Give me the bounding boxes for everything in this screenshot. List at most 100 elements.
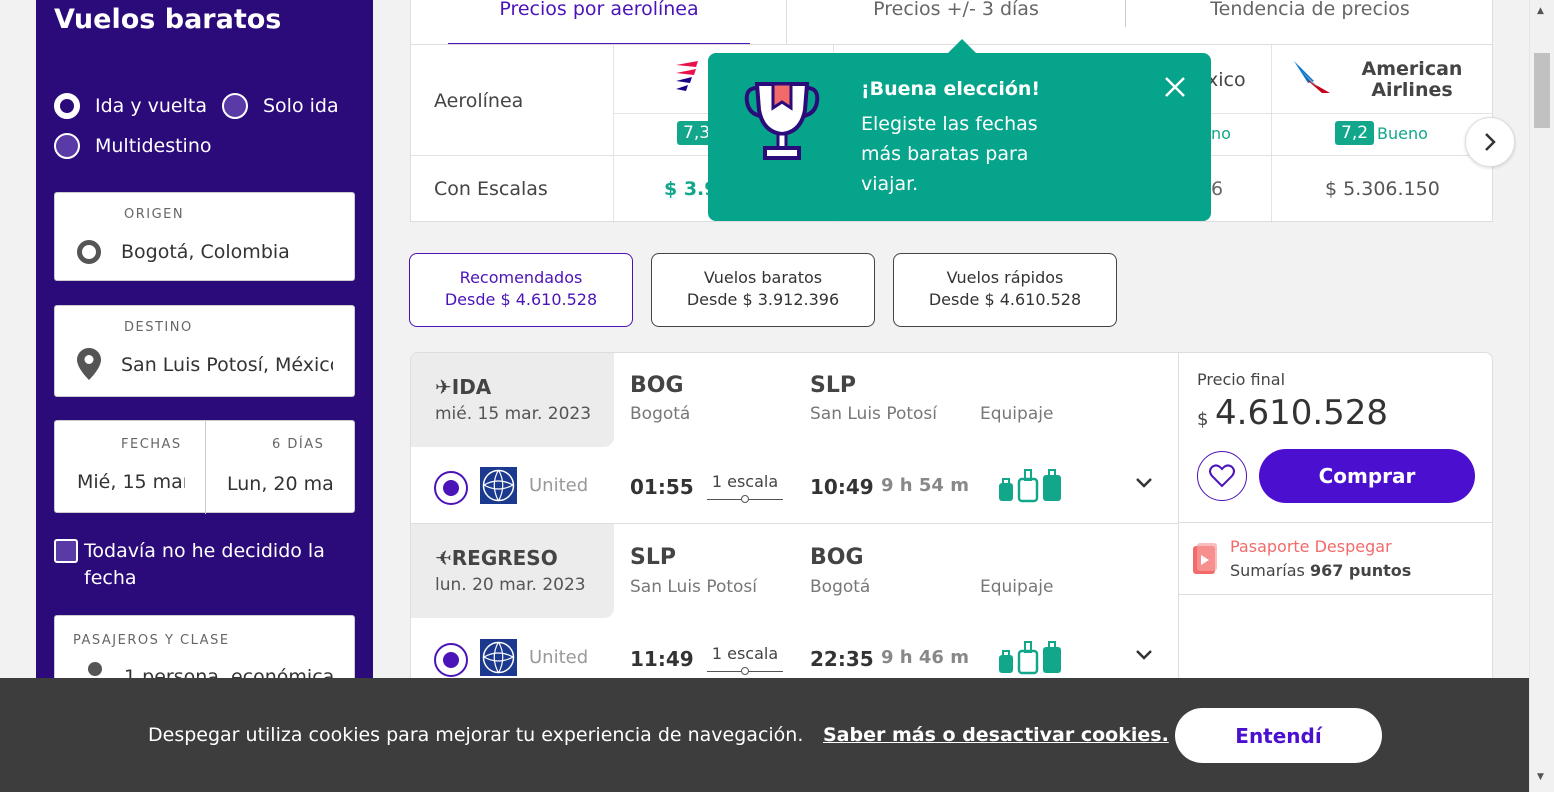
- close-icon[interactable]: [1163, 75, 1187, 99]
- tab-airline-prices[interactable]: Precios por aerolínea: [448, 0, 750, 46]
- cheapest-dates-tooltip: ¡Buena elección! Elegiste las fechas más…: [708, 39, 1211, 221]
- trip-type-roundtrip[interactable]: Ida y vuelta: [54, 93, 207, 119]
- date-back-value[interactable]: Lun, 20 mar.: [227, 473, 335, 495]
- origin-label: ORIGEN: [124, 207, 185, 222]
- airline-score-badge: 7,2: [1335, 121, 1375, 145]
- origin-circle-icon: [77, 240, 101, 264]
- inbound-origin-code: SLP: [630, 545, 676, 570]
- filter-fastest[interactable]: Vuelos rápidos Desde $ 4.610.528: [893, 253, 1117, 327]
- cookie-message: Despegar utiliza cookies para mejorar tu…: [148, 724, 804, 746]
- baggage-icon[interactable]: [997, 641, 1065, 675]
- trip-type-label: Multidestino: [95, 135, 212, 157]
- airline-name: American Airlines: [1361, 58, 1463, 101]
- outbound-label: ✈IDA: [435, 375, 492, 399]
- arrive-time: 22:35: [810, 647, 874, 671]
- filter-title: Vuelos rápidos: [946, 268, 1064, 287]
- flight-select-radio[interactable]: [434, 471, 468, 505]
- origin-value: Bogotá, Colombia: [121, 241, 290, 263]
- trip-type-oneway[interactable]: Solo ida: [222, 93, 339, 119]
- radio-selected-icon: [54, 93, 80, 119]
- filter-recommended[interactable]: Recomendados Desde $ 4.610.528: [409, 253, 633, 327]
- sidebar-title: Vuelos baratos: [54, 4, 282, 35]
- date-out-value[interactable]: Mié, 15 mar.: [77, 471, 185, 493]
- flight-select-radio[interactable]: [434, 643, 468, 677]
- currency-symbol: $: [1197, 409, 1209, 430]
- inbound-origin-city: San Luis Potosí: [630, 577, 758, 597]
- undecided-date-checkbox[interactable]: Todavía no he decidido la fecha: [54, 538, 354, 592]
- next-airlines-button[interactable]: [1465, 117, 1515, 167]
- plane-departure-icon: ✈: [435, 375, 452, 399]
- tooltip-title: ¡Buena elección!: [861, 78, 1041, 100]
- depart-time: 11:49: [630, 647, 694, 671]
- stops-label[interactable]: 1 escala: [707, 644, 783, 663]
- outbound-dest-city: San Luis Potosí: [810, 404, 938, 424]
- destination-value: San Luis Potosí, México: [121, 354, 333, 376]
- inbound-dest-code: BOG: [810, 545, 864, 570]
- airline-score-text: Bueno: [1377, 124, 1428, 143]
- airline-price[interactable]: $ 5.306.150: [1325, 178, 1440, 200]
- passport-icon: [1193, 543, 1217, 574]
- inbound-label: ✈REGRESO: [435, 546, 558, 570]
- filter-price: Desde $ 4.610.528: [444, 290, 598, 309]
- scroll-down-icon[interactable]: ▼: [1537, 772, 1544, 782]
- stops-label[interactable]: 1 escala: [707, 472, 783, 491]
- dates-divider: [205, 421, 206, 514]
- chevron-down-icon[interactable]: [1135, 649, 1153, 661]
- destination-field[interactable]: DESTINO San Luis Potosí, México: [54, 305, 355, 397]
- plane-return-icon: ✈: [435, 546, 452, 570]
- stop-dot: [741, 667, 749, 675]
- row-label-stops: Con Escalas: [434, 178, 548, 200]
- outbound-tag: ✈IDA mié. 15 mar. 2023: [411, 353, 614, 447]
- trip-type-multi[interactable]: Multidestino: [54, 133, 212, 159]
- latam-logo-icon: [676, 61, 698, 91]
- outbound-flight-option[interactable]: United 01:55 1 escala 10:49 9 h 54 m: [411, 447, 1178, 524]
- inbound-baggage-label: Equipaje: [980, 577, 1054, 597]
- chevron-down-icon[interactable]: [1135, 477, 1153, 489]
- radio-icon: [54, 133, 80, 159]
- price-divider: [1179, 594, 1492, 595]
- united-logo-icon: [480, 467, 517, 504]
- airline-price-partial[interactable]: 6: [1211, 178, 1223, 200]
- depart-time: 01:55: [630, 475, 694, 499]
- airline-score-text-partial: no: [1211, 124, 1231, 143]
- page-scrollbar[interactable]: ▲ ▼: [1529, 0, 1554, 792]
- cookie-accept-button[interactable]: Entendí: [1175, 708, 1382, 763]
- filter-title: Vuelos baratos: [703, 268, 823, 287]
- flight-duration: 9 h 46 m: [881, 647, 969, 668]
- checkbox-icon: [54, 539, 78, 563]
- scrollbar-thumb[interactable]: [1534, 53, 1550, 128]
- price-divider: [1179, 522, 1492, 523]
- passengers-label: PASAJEROS Y CLASE: [73, 633, 230, 648]
- baggage-icon[interactable]: [997, 469, 1065, 503]
- person-icon: [88, 662, 102, 676]
- dates-field[interactable]: FECHAS 6 DÍAS Mié, 15 mar. Lun, 20 mar.: [54, 420, 355, 514]
- final-price-amount: 4.610.528: [1215, 393, 1389, 433]
- dates-label: FECHAS: [121, 437, 182, 452]
- chevron-right-icon: [1485, 133, 1496, 151]
- radio-icon: [222, 93, 248, 119]
- passport-points-text: Sumarías 967 puntos: [1230, 561, 1412, 580]
- passport-title[interactable]: Pasaporte Despegar: [1230, 537, 1392, 556]
- filter-title: Recomendados: [459, 268, 583, 287]
- inbound-tag: ✈REGRESO lun. 20 mar. 2023: [411, 524, 614, 618]
- flight-airline-name: United: [529, 475, 589, 496]
- search-sidebar: Vuelos baratos Ida y vuelta Solo ida Mul…: [36, 0, 373, 792]
- favorite-button[interactable]: [1197, 451, 1247, 501]
- scroll-up-icon[interactable]: ▲: [1537, 6, 1544, 16]
- destination-label: DESTINO: [124, 320, 193, 335]
- airline-column-american[interactable]: American Airlines 7,2 Bueno $ 5.306.150: [1272, 45, 1492, 223]
- airline-name-partial: xico: [1207, 69, 1246, 91]
- arrive-time: 10:49: [810, 475, 874, 499]
- trophy-icon: [744, 82, 820, 160]
- buy-button[interactable]: Comprar: [1259, 449, 1475, 503]
- filter-cheapest[interactable]: Vuelos baratos Desde $ 3.912.396: [651, 253, 875, 327]
- row-label-airline: Aerolínea: [434, 90, 524, 112]
- inbound-date: lun. 20 mar. 2023: [435, 575, 586, 595]
- trip-type-label: Solo ida: [263, 95, 339, 117]
- origin-field[interactable]: ORIGEN Bogotá, Colombia: [54, 192, 355, 281]
- filter-price: Desde $ 4.610.528: [928, 290, 1082, 309]
- flight-duration: 9 h 54 m: [881, 475, 969, 496]
- tab-price-trend[interactable]: Tendencia de precios: [1126, 0, 1494, 46]
- cookie-settings-link[interactable]: Saber más o desactivar cookies.: [823, 724, 1169, 746]
- heart-icon: [1209, 464, 1235, 488]
